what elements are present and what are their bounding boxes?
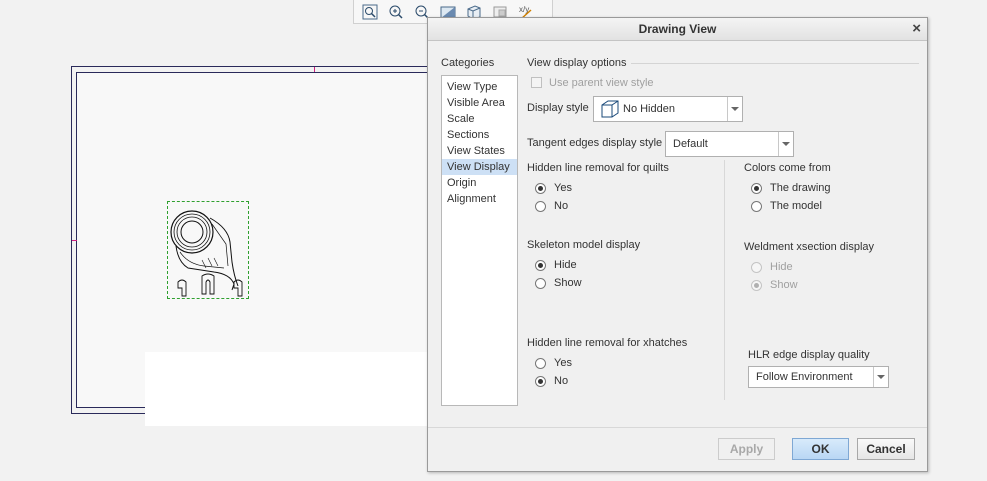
chevron-down-icon[interactable] <box>873 367 888 387</box>
use-parent-view-style-checkbox[interactable] <box>531 77 542 88</box>
chevron-down-icon[interactable] <box>727 97 742 121</box>
category-view-states[interactable]: View States <box>442 143 517 159</box>
display-style-label: Display style <box>527 102 589 114</box>
hlr-quilts-no-label: No <box>554 200 569 212</box>
section-divider <box>631 63 919 64</box>
hlr-quilts-yes-radio[interactable] <box>535 183 546 194</box>
hlr-quality-dropdown[interactable]: Follow Environment <box>748 366 889 388</box>
ok-button[interactable]: OK <box>792 438 849 460</box>
colors-drawing-label: The drawing <box>770 182 831 194</box>
categories-label: Categories <box>441 57 495 69</box>
categories-list[interactable]: View Type Visible Area Scale Sections Vi… <box>441 75 518 406</box>
category-sections[interactable]: Sections <box>442 127 517 143</box>
weldment-show-label: Show <box>770 279 798 291</box>
view-display-options-title: View display options <box>527 57 627 69</box>
tangent-edges-dropdown[interactable]: Default <box>665 131 794 157</box>
use-parent-view-style-label: Use parent view style <box>549 77 654 89</box>
skeleton-hide-label: Hide <box>554 259 577 271</box>
skeleton-hide-radio[interactable] <box>535 260 546 271</box>
weldment-display-label: Weldment xsection display <box>744 241 875 253</box>
skeleton-show-radio[interactable] <box>535 278 546 289</box>
footer-divider <box>428 427 927 428</box>
zoom-window-icon[interactable] <box>360 2 380 22</box>
drawing-view-dialog: Drawing View × Categories View Type Visi… <box>427 17 928 472</box>
apply-button[interactable]: Apply <box>718 438 775 460</box>
colors-model-label: The model <box>770 200 822 212</box>
sheet-center-mark-left <box>72 240 77 241</box>
tangent-edges-value: Default <box>673 138 708 150</box>
dialog-titlebar: Drawing View × <box>428 18 927 41</box>
chevron-down-icon[interactable] <box>778 132 793 156</box>
hlr-xhatches-yes-radio[interactable] <box>535 358 546 369</box>
tangent-edges-label: Tangent edges display style <box>527 137 663 149</box>
sheet-center-mark-top <box>314 67 315 72</box>
skeleton-show-label: Show <box>554 277 582 289</box>
colors-from-label: Colors come from <box>744 162 831 174</box>
column-divider <box>724 160 725 400</box>
colors-model-radio[interactable] <box>751 201 762 212</box>
hlr-xhatches-no-radio[interactable] <box>535 376 546 387</box>
part-view-drawing <box>170 210 243 297</box>
hlr-quality-label: HLR edge display quality <box>748 349 870 361</box>
hlr-quilts-no-radio[interactable] <box>535 201 546 212</box>
colors-drawing-radio[interactable] <box>751 183 762 194</box>
close-icon[interactable]: × <box>912 20 921 37</box>
skeleton-display-label: Skeleton model display <box>527 239 641 251</box>
hlr-xhatches-no-label: No <box>554 375 569 387</box>
cancel-button[interactable]: Cancel <box>857 438 915 460</box>
zoom-in-icon[interactable] <box>386 2 406 22</box>
weldment-hide-radio[interactable] <box>751 262 762 273</box>
graphics-blank-region <box>145 352 435 426</box>
weldment-show-radio[interactable] <box>751 280 762 291</box>
weldment-hide-label: Hide <box>770 261 793 273</box>
drawing-view-outline[interactable] <box>167 201 249 299</box>
dialog-title: Drawing View <box>638 22 717 36</box>
category-view-type[interactable]: View Type <box>442 79 517 95</box>
hlr-xhatches-label: Hidden line removal for xhatches <box>527 337 688 349</box>
no-hidden-cube-icon <box>601 100 619 118</box>
hlr-xhatches-yes-label: Yes <box>554 357 572 369</box>
display-style-dropdown[interactable]: No Hidden <box>593 96 743 122</box>
category-origin[interactable]: Origin <box>442 175 517 191</box>
category-view-display[interactable]: View Display <box>442 159 517 175</box>
category-alignment[interactable]: Alignment <box>442 191 517 207</box>
category-visible-area[interactable]: Visible Area <box>442 95 517 111</box>
display-style-value: No Hidden <box>623 103 675 115</box>
hlr-quality-value: Follow Environment <box>756 371 853 383</box>
hlr-quilts-label: Hidden line removal for quilts <box>527 162 669 174</box>
hlr-quilts-yes-label: Yes <box>554 182 572 194</box>
category-scale[interactable]: Scale <box>442 111 517 127</box>
